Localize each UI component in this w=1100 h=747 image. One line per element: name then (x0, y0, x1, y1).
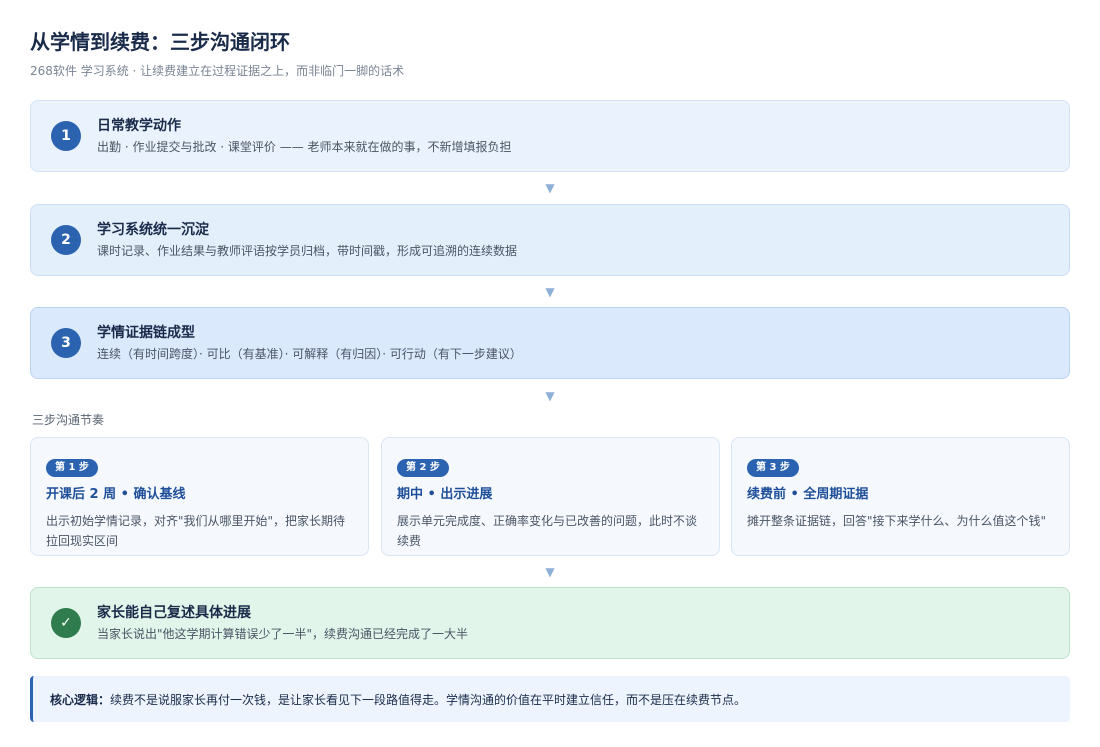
step-description: 出勤 · 作业提交与批改 · 课堂评价 —— 老师本来就在做的事，不新增填报负担 (97, 140, 512, 154)
core-logic-text: 续费不是说服家长再付一次钱，是让家长看见下一段路值得走。学情沟通的价值在平时建立… (110, 692, 747, 707)
outcome-title: 家长能自己复述具体进展 (97, 605, 251, 621)
down-arrow-icon: ▼ (545, 389, 555, 403)
step-title: 日常教学动作 (97, 118, 181, 134)
outcome-card: ✓ 家长能自己复述具体进展 当家长说出"他这学期计算错误少了一半"，续费沟通已经… (30, 587, 1070, 659)
down-arrow-icon: ▼ (545, 181, 555, 195)
rhythm-card-2: 第 2 步 期中 • 出示进展 展示单元完成度、正确率变化与已改善的问题，此时不… (381, 437, 720, 556)
rhythm-description: 摊开整条证据链，回答"接下来学什么、为什么值这个钱" (747, 514, 1047, 528)
rhythm-card-1: 第 1 步 开课后 2 周 • 确认基线 出示初始学情记录，对齐"我们从哪里开始… (30, 437, 369, 556)
step-card-1: 1 日常教学动作 出勤 · 作业提交与批改 · 课堂评价 —— 老师本来就在做的… (30, 100, 1070, 172)
step-description: 连续（有时间跨度）· 可比（有基准）· 可解释（有归因）· 可行动（有下一步建议… (97, 347, 522, 361)
step-card-3: 3 学情证据链成型 连续（有时间跨度）· 可比（有基准）· 可解释（有归因）· … (30, 307, 1070, 379)
step-number-badge: 3 (51, 328, 81, 358)
rhythm-step-pill: 第 2 步 (397, 459, 449, 477)
rhythm-title: 开课后 2 周 • 确认基线 (46, 487, 186, 502)
step-title: 学习系统统一沉淀 (97, 222, 209, 238)
rhythm-description: 出示初始学情记录，对齐"我们从哪里开始"，把家长期待拉回现实区间 (46, 514, 346, 548)
step-number-badge: 2 (51, 225, 81, 255)
core-logic-callout: 核心逻辑：续费不是说服家长再付一次钱，是让家长看见下一段路值得走。学情沟通的价值… (30, 676, 1070, 722)
step-number-badge: 1 (51, 121, 81, 151)
step-card-2: 2 学习系统统一沉淀 课时记录、作业结果与教师评语按学员归档，带时间戳，形成可追… (30, 204, 1070, 276)
rhythm-title: 期中 • 出示进展 (397, 487, 493, 502)
outcome-text: 家长能自己复述具体进展 当家长说出"他这学期计算错误少了一半"，续费沟通已经完成… (97, 604, 468, 642)
page: 从学情到续费：三步沟通闭环 268软件 学习系统 · 让续费建立在过程证据之上，… (0, 0, 1100, 747)
rhythm-step-pill: 第 3 步 (747, 459, 799, 477)
down-arrow-icon: ▼ (545, 565, 555, 579)
core-logic-colon: ： (98, 692, 111, 707)
page-subtitle: 268软件 学习系统 · 让续费建立在过程证据之上，而非临门一脚的话术 (30, 64, 405, 78)
down-arrow-icon: ▼ (545, 285, 555, 299)
step-description: 课时记录、作业结果与教师评语按学员归档，带时间戳，形成可追溯的连续数据 (97, 244, 518, 258)
step-title: 学情证据链成型 (97, 325, 195, 341)
check-icon: ✓ (51, 608, 81, 638)
rhythm-description: 展示单元完成度、正确率变化与已改善的问题，此时不谈续费 (397, 514, 698, 548)
step-text: 日常教学动作 出勤 · 作业提交与批改 · 课堂评价 —— 老师本来就在做的事，… (97, 117, 512, 155)
step-text: 学习系统统一沉淀 课时记录、作业结果与教师评语按学员归档，带时间戳，形成可追溯的… (97, 221, 517, 259)
step-text: 学情证据链成型 连续（有时间跨度）· 可比（有基准）· 可解释（有归因）· 可行… (97, 324, 522, 362)
outcome-description: 当家长说出"他这学期计算错误少了一半"，续费沟通已经完成了一大半 (97, 627, 469, 641)
rhythm-step-pill: 第 1 步 (46, 459, 98, 477)
rhythm-section-label: 三步沟通节奏 (32, 413, 105, 427)
page-title: 从学情到续费：三步沟通闭环 (30, 30, 290, 54)
rhythm-card-3: 第 3 步 续费前 • 全周期证据 摊开整条证据链，回答"接下来学什么、为什么值… (731, 437, 1070, 556)
core-logic-label: 核心逻辑 (50, 692, 99, 707)
rhythm-title: 续费前 • 全周期证据 (747, 487, 869, 502)
